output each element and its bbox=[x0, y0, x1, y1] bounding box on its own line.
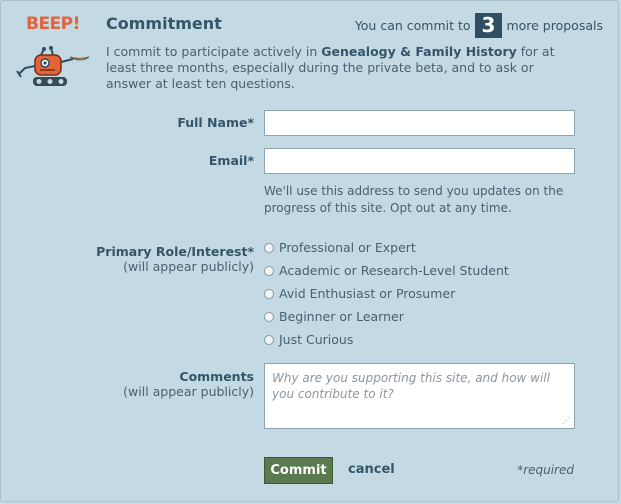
role-option-academic[interactable]: Academic or Research-Level Student bbox=[264, 263, 509, 278]
pledge-part1: I commit to participate actively in bbox=[106, 44, 318, 59]
role-option-enthusiast[interactable]: Avid Enthusiast or Prosumer bbox=[264, 286, 455, 301]
brand-logo: BEEP! bbox=[26, 14, 80, 34]
role-option-label: Just Curious bbox=[279, 332, 354, 347]
site-name: Genealogy & Family History bbox=[321, 44, 517, 59]
pledge-text: I commit to participate actively in Gene… bbox=[106, 44, 561, 92]
full-name-input[interactable] bbox=[264, 110, 575, 136]
cancel-link[interactable]: cancel bbox=[348, 462, 395, 477]
remaining-prefix: You can commit to bbox=[354, 18, 471, 33]
role-option-beginner[interactable]: Beginner or Learner bbox=[264, 309, 404, 324]
role-label: Primary Role/Interest* bbox=[96, 244, 254, 259]
radio-button[interactable] bbox=[264, 265, 274, 276]
role-option-curious[interactable]: Just Curious bbox=[264, 332, 353, 347]
comments-textarea[interactable]: Why are you supporting this site, and ho… bbox=[264, 363, 575, 429]
commit-button[interactable]: Commit bbox=[264, 457, 333, 484]
remaining-proposals: You can commit to 3 more proposals bbox=[355, 13, 603, 38]
radio-button[interactable] bbox=[264, 242, 274, 253]
full-name-label: Full Name* bbox=[177, 115, 254, 130]
role-option-label: Professional or Expert bbox=[279, 240, 416, 255]
role-label-group: Primary Role/Interest* (will appear publ… bbox=[54, 244, 254, 274]
comments-sublabel: (will appear publicly) bbox=[123, 384, 254, 399]
role-option-label: Academic or Research-Level Student bbox=[279, 263, 509, 278]
comments-label: Comments bbox=[179, 369, 254, 384]
commitment-panel: BEEP! Commitment You can commit to 3 mor… bbox=[0, 0, 619, 502]
email-hint: We'll use this address to send you updat… bbox=[264, 184, 564, 215]
email-input[interactable] bbox=[264, 148, 575, 174]
robot-icon bbox=[16, 46, 90, 86]
comments-label-group: Comments (will appear publicly) bbox=[54, 369, 254, 399]
required-note: *required bbox=[517, 463, 574, 477]
email-label: Email* bbox=[208, 153, 254, 168]
role-option-professional[interactable]: Professional or Expert bbox=[264, 240, 416, 255]
role-sublabel: (will appear publicly) bbox=[123, 259, 254, 274]
page-title: Commitment bbox=[106, 14, 222, 33]
comments-placeholder: Why are you supporting this site, and ho… bbox=[272, 371, 550, 401]
remaining-count-badge: 3 bbox=[474, 13, 503, 38]
radio-button[interactable] bbox=[264, 288, 274, 299]
radio-button[interactable] bbox=[264, 311, 274, 322]
role-option-label: Beginner or Learner bbox=[279, 309, 404, 324]
role-option-label: Avid Enthusiast or Prosumer bbox=[279, 286, 456, 301]
radio-button[interactable] bbox=[264, 334, 274, 345]
resize-grip-icon[interactable]: ⋰ bbox=[562, 417, 570, 425]
remaining-suffix: more proposals bbox=[506, 18, 603, 33]
